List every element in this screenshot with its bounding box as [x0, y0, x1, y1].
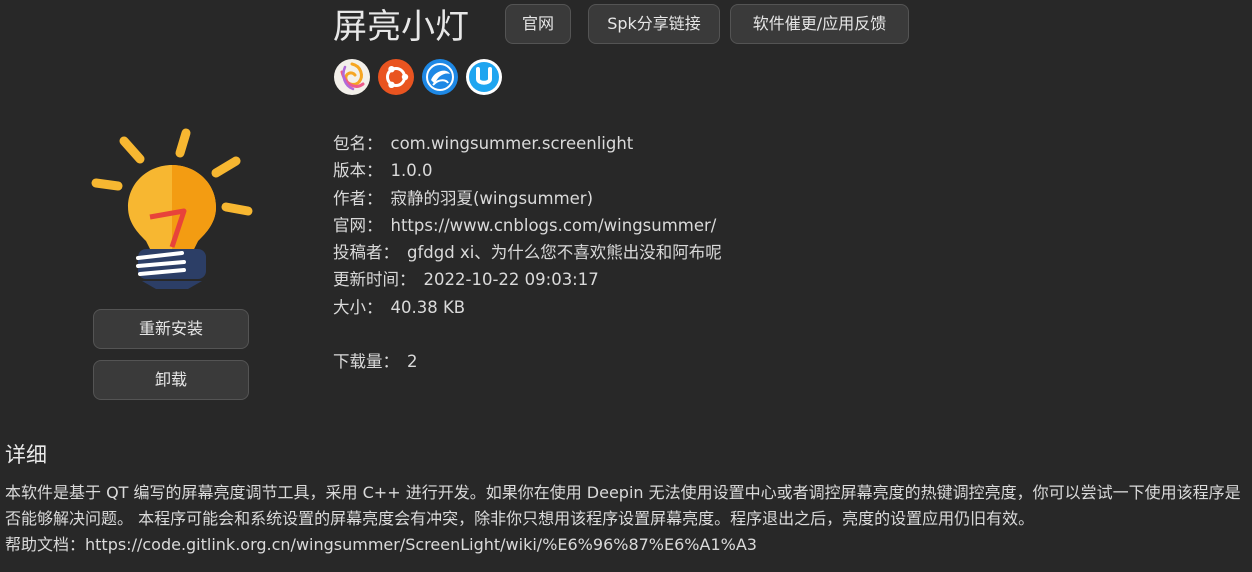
meta-label: 下载量：	[333, 352, 399, 372]
meta-label: 版本：	[333, 161, 383, 181]
meta-downloads: 下载量： 2	[333, 348, 722, 375]
meta-label: 包名：	[333, 134, 383, 153]
meta-value: 寂静的羽夏(wingsummer)	[390, 188, 594, 208]
meta-website: 官网： https://www.cnblogs.com/wingsummer/	[333, 212, 722, 239]
meta-size: 大小： 40.38 KB	[333, 294, 722, 321]
app-title: 屏亮小灯	[333, 7, 469, 47]
details-description: 本软件是基于 QT 编写的屏幕亮度调节工具，采用 C++ 进行开发。如果你在使用…	[5, 480, 1247, 558]
meta-package: 包名： com.wingsummer.screenlight	[333, 130, 722, 157]
spk-share-link-button[interactable]: Spk分享链接	[588, 4, 720, 44]
details-paragraph: 本软件是基于 QT 编写的屏幕亮度调节工具，采用 C++ 进行开发。如果你在使用…	[5, 483, 1241, 528]
lightbulb-icon	[88, 125, 256, 293]
app-meta-info: 包名： com.wingsummer.screenlight 版本： 1.0.0 作…	[333, 130, 722, 376]
meta-updated: 更新时间： 2022-10-22 09:03:17	[333, 266, 722, 293]
meta-value: 2	[407, 352, 418, 372]
meta-label: 投稿者：	[333, 243, 399, 263]
uos-icon	[465, 58, 503, 96]
meta-label: 官网：	[333, 215, 383, 235]
meta-version: 版本： 1.0.0	[333, 157, 722, 184]
meta-label: 作者：	[333, 188, 383, 208]
meta-value: 2022-10-22 09:03:17	[423, 270, 599, 290]
website-button[interactable]: 官网	[505, 4, 571, 44]
app-detail-page: 重新安装 卸载 屏亮小灯 官网 Spk分享链接 软件催更/应用反馈 包名： co…	[0, 0, 1252, 572]
feedback-button[interactable]: 软件催更/应用反馈	[730, 4, 909, 44]
meta-value: gfdgd xi、为什么您不喜欢熊出没和阿布呢	[407, 243, 722, 263]
details-help-link[interactable]: 帮助文档：https://code.gitlink.org.cn/wingsum…	[5, 532, 1247, 558]
uninstall-button[interactable]: 卸载	[93, 360, 249, 400]
meta-website-link[interactable]: https://www.cnblogs.com/wingsummer/	[391, 216, 717, 235]
meta-value: 1.0.0	[390, 161, 433, 181]
meta-value: com.wingsummer.screenlight	[390, 134, 634, 153]
meta-spacer	[333, 321, 722, 348]
meta-author: 作者： 寂静的羽夏(wingsummer)	[333, 185, 722, 212]
reinstall-button[interactable]: 重新安装	[93, 309, 249, 349]
deepin-icon	[421, 58, 459, 96]
ubuntu-icon	[377, 58, 415, 96]
meta-value: 40.38 KB	[390, 297, 466, 317]
meta-label: 大小：	[333, 297, 383, 317]
details-heading: 详细	[5, 443, 47, 467]
spark-store-icon	[333, 58, 371, 96]
meta-contributor: 投稿者： gfdgd xi、为什么您不喜欢熊出没和阿布呢	[333, 239, 722, 266]
meta-label: 更新时间：	[333, 270, 416, 290]
